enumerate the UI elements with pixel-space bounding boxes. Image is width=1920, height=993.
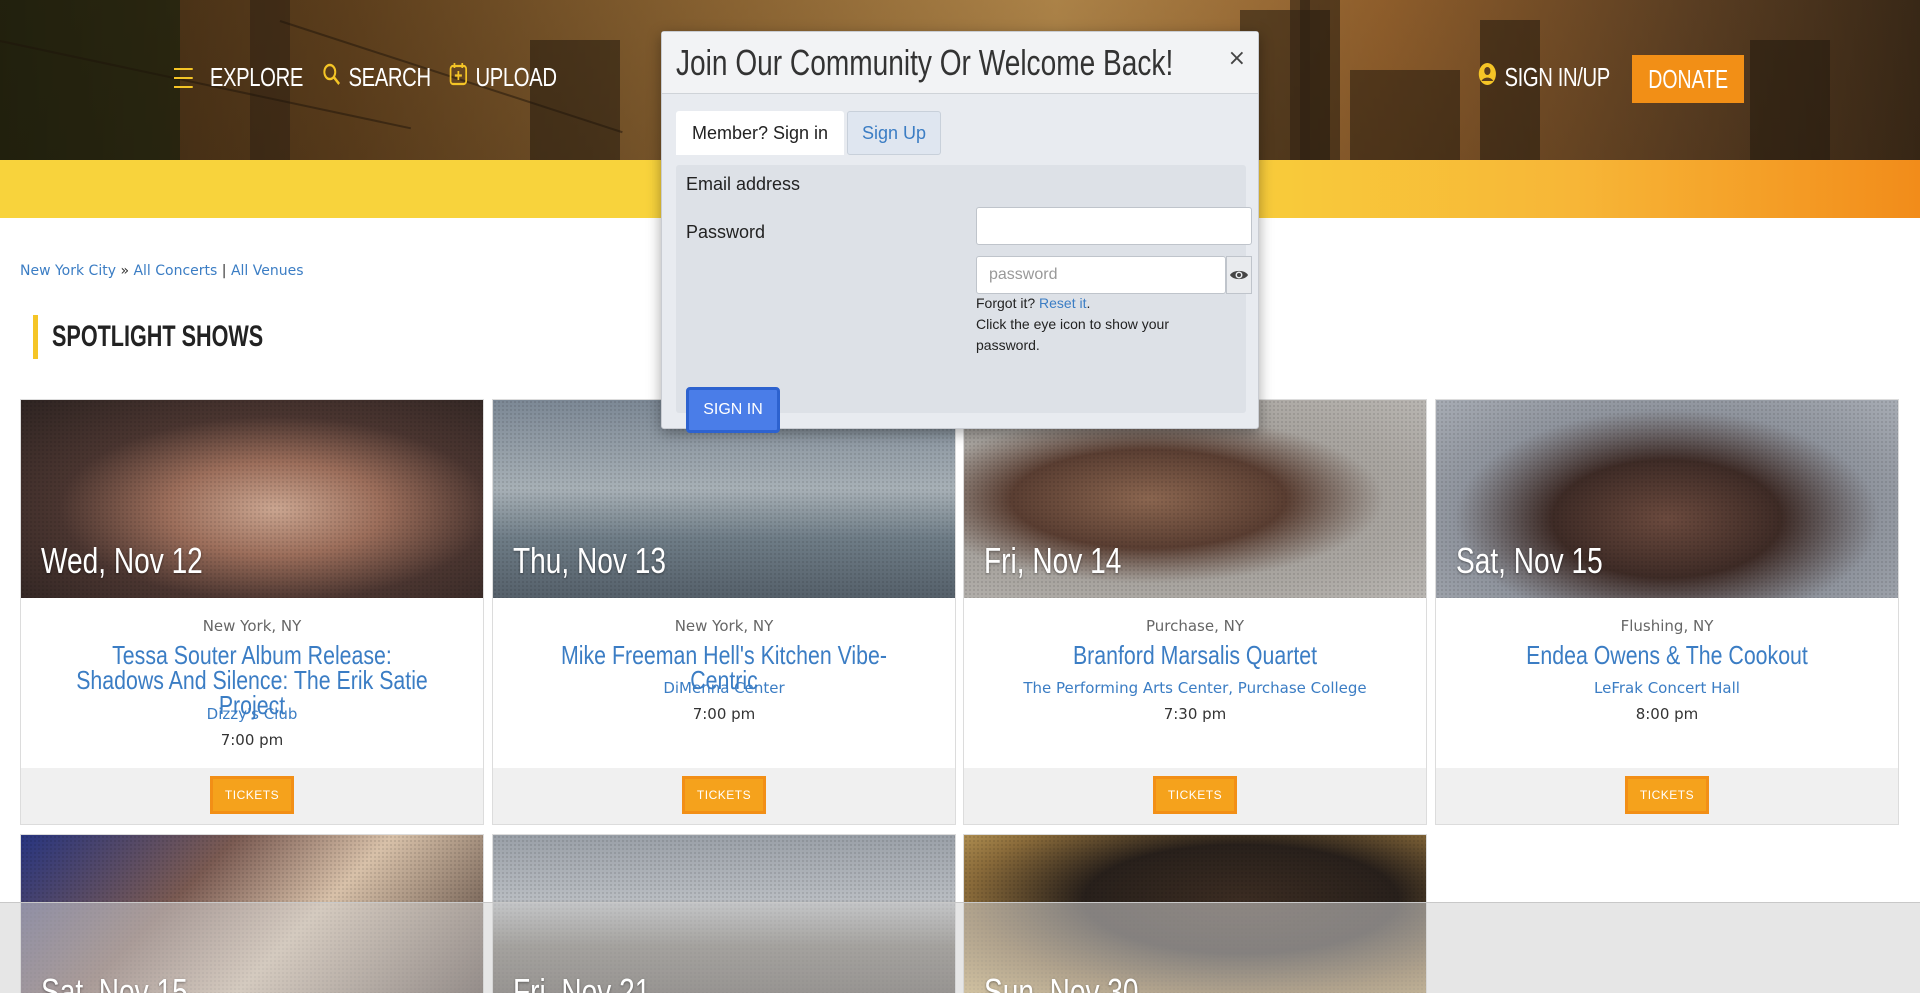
sign-in-form: Email address Password password Forgot i… [676, 165, 1252, 433]
period-text: . [1086, 295, 1091, 311]
card-footer: TICKETS [1436, 768, 1898, 824]
card-footer: TICKETS [493, 768, 955, 824]
tickets-button[interactable]: TICKETS [1625, 776, 1709, 814]
tickets-button[interactable]: TICKETS [682, 776, 766, 814]
event-date: Fri, Nov 21 [513, 971, 651, 993]
bridge-tower [1290, 0, 1310, 160]
hamburger-menu-icon [174, 67, 193, 88]
event-card[interactable]: Thu, Nov 13 New York, NY Mike Freeman He… [492, 399, 956, 825]
tickets-button[interactable]: TICKETS [210, 776, 294, 814]
skyline-building [1350, 70, 1460, 160]
bottom-overlay [0, 902, 1920, 993]
nav-sign-in-up-label: SIGN IN/UP [1504, 62, 1611, 92]
card-footer: TICKETS [21, 768, 483, 824]
donate-label: DONATE [1648, 63, 1728, 94]
event-date: Thu, Nov 13 [513, 540, 666, 581]
card-footer: TICKETS [964, 768, 1426, 824]
event-card[interactable]: Wed, Nov 12 New York, NY Tessa Souter Al… [20, 399, 484, 825]
breadcrumb-separator: | [217, 263, 231, 279]
tab-sign-up[interactable]: Sign Up [847, 111, 941, 155]
event-location: Purchase, NY [1145, 617, 1245, 635]
nav-explore-label: EXPLORE [209, 62, 303, 92]
event-time: 8:00 pm [1635, 705, 1699, 723]
event-date: Sun, Nov 30 [984, 971, 1139, 993]
nav-sign-in-up[interactable]: SIGN IN/UP [1478, 62, 1610, 93]
password-label: Password [686, 222, 766, 242]
skyline-building [530, 40, 620, 160]
section-title: SPOTLIGHT SHOWS [33, 315, 345, 359]
tab-sign-in[interactable]: Member? Sign in [676, 111, 844, 155]
event-venue[interactable]: The Performing Arts Center, Purchase Col… [964, 679, 1426, 697]
event-venue[interactable]: DiMenna Center [493, 679, 955, 697]
event-time: 7:30 pm [1163, 705, 1227, 723]
nav-search-label: SEARCH [348, 62, 432, 92]
search-icon [322, 62, 341, 93]
event-title[interactable]: Endea Owens & The Cookout [1491, 642, 1844, 668]
nav-upload-label: UPLOAD [475, 62, 557, 92]
eye-icon[interactable] [1226, 256, 1252, 294]
sign-in-button[interactable]: SIGN IN [686, 387, 780, 433]
skyline-building [1750, 40, 1830, 160]
eye-hint: Click the eye icon to show your password… [976, 316, 1169, 353]
event-date: Wed, Nov 12 [41, 540, 203, 581]
breadcrumb-city-link[interactable]: New York City [20, 263, 116, 279]
nav-explore[interactable]: EXPLORE [174, 62, 303, 93]
nav-upload[interactable]: UPLOAD [449, 62, 557, 93]
tickets-button[interactable]: TICKETS [1153, 776, 1237, 814]
event-card[interactable]: Sat, Nov 15 Flushing, NY Endea Owens & T… [1435, 399, 1899, 825]
section-title-text: SPOTLIGHT SHOWS [52, 320, 264, 353]
modal-title: Join Our Community Or Welcome Back! [676, 42, 1174, 83]
event-date: Sat, Nov 15 [1456, 540, 1603, 581]
user-circle-icon [1478, 62, 1497, 93]
email-field[interactable] [976, 207, 1252, 245]
close-icon[interactable]: × [1228, 46, 1246, 71]
password-field[interactable]: password [976, 256, 1226, 294]
event-date: Sat, Nov 15 [41, 971, 188, 993]
breadcrumb-concerts-link[interactable]: All Concerts [133, 263, 217, 279]
skyline-building [0, 0, 180, 160]
event-location: New York, NY [202, 617, 302, 635]
forgot-text: Forgot it? [976, 295, 1036, 311]
event-card[interactable]: Fri, Nov 14 Purchase, NY Branford Marsal… [963, 399, 1427, 825]
breadcrumb-venues-link[interactable]: All Venues [231, 263, 304, 279]
event-date: Fri, Nov 14 [984, 540, 1122, 581]
modal-header: Join Our Community Or Welcome Back! × [662, 32, 1258, 94]
event-time: 7:00 pm [220, 731, 284, 749]
event-venue[interactable]: Dizzy's Club [21, 705, 483, 723]
breadcrumb-separator: » [116, 263, 134, 279]
nav-search[interactable]: SEARCH [322, 62, 431, 93]
calendar-plus-icon [449, 62, 468, 93]
donate-button[interactable]: DONATE [1632, 55, 1744, 103]
event-time: 7:00 pm [692, 705, 756, 723]
login-modal: Join Our Community Or Welcome Back! × Me… [661, 31, 1259, 433]
email-label: Email address [686, 174, 801, 194]
event-title[interactable]: Branford Marsalis Quartet [1019, 642, 1372, 668]
reset-link[interactable]: Reset it [1039, 295, 1086, 311]
event-location: Flushing, NY [1620, 617, 1714, 635]
event-venue[interactable]: LeFrak Concert Hall [1436, 679, 1898, 697]
breadcrumb: New York City » All Concerts | All Venue… [20, 263, 304, 279]
event-location: New York, NY [674, 617, 774, 635]
password-help: Forgot it? Reset it. Click the eye icon … [976, 293, 1216, 356]
